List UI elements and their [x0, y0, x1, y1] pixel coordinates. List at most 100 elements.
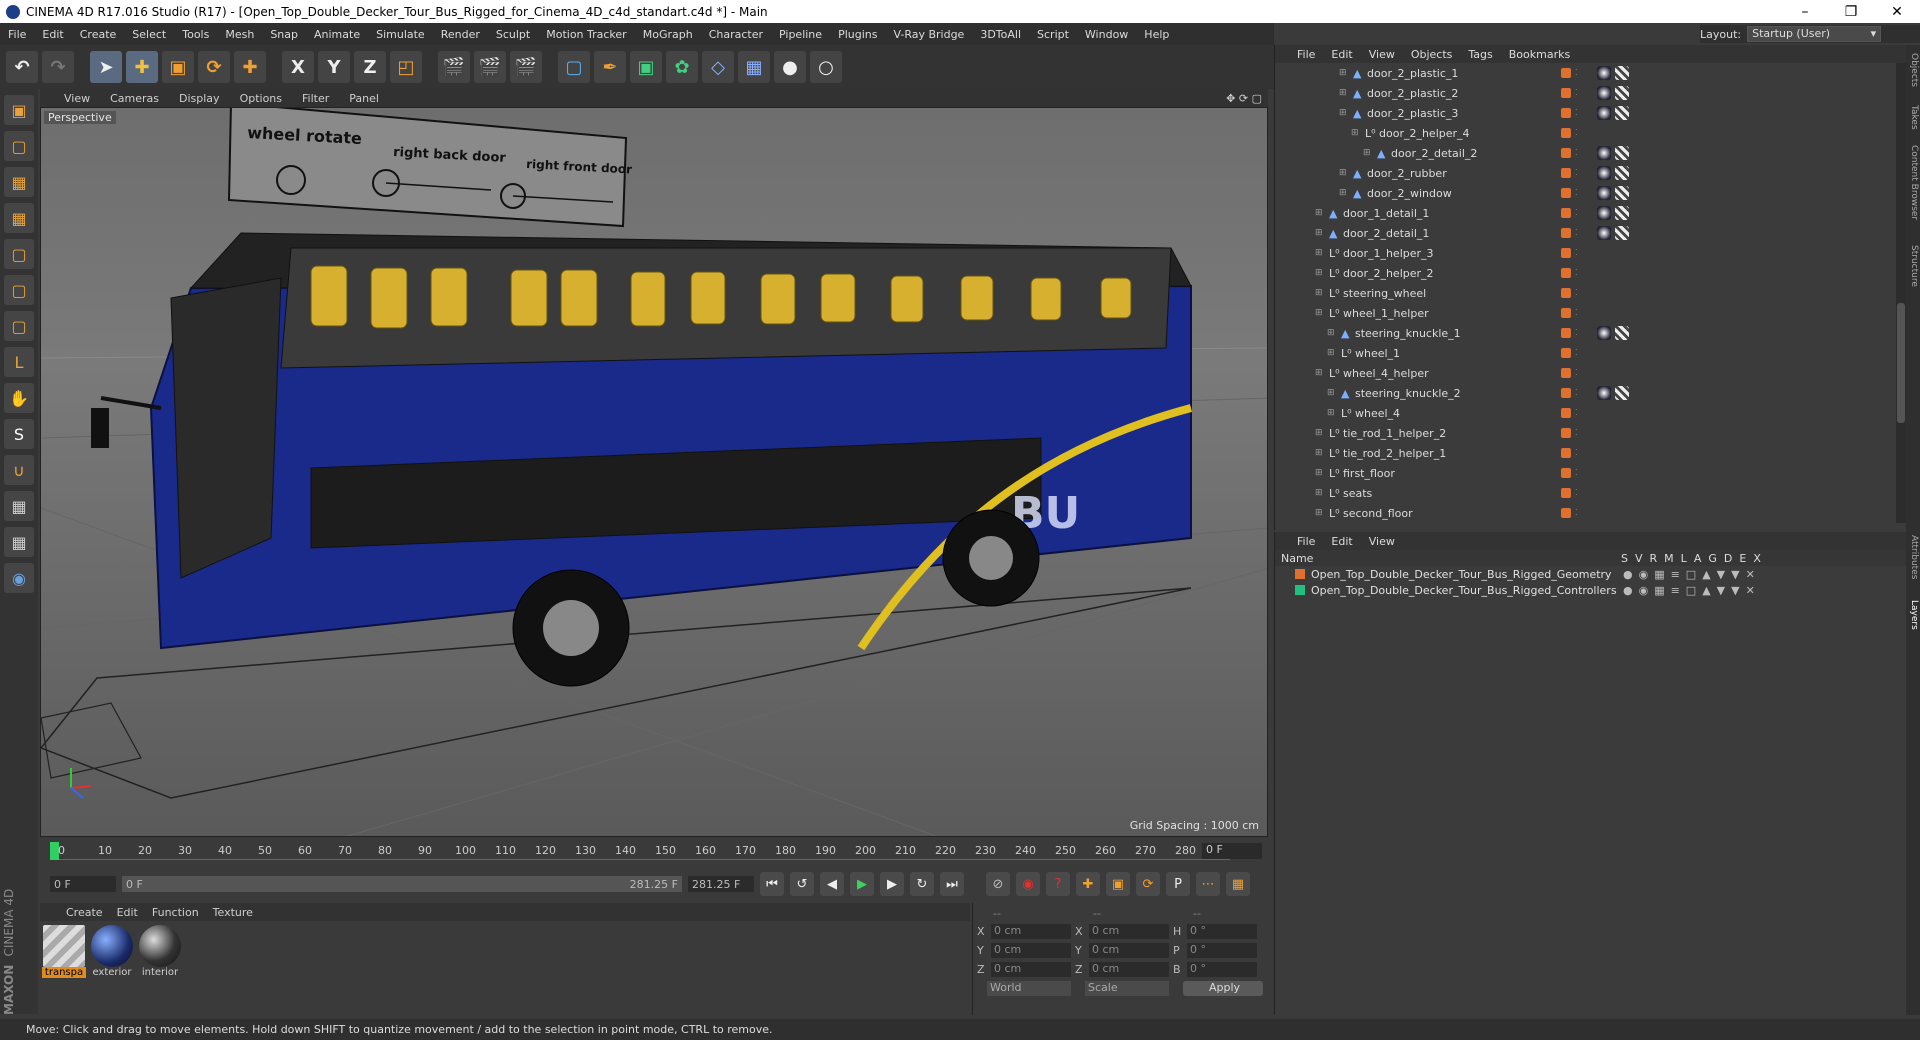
autokey-icon[interactable]: ? — [1046, 872, 1070, 896]
visibility-dots-icon[interactable]: ⁚ — [1575, 248, 1579, 258]
record-keys-icon[interactable]: ⊘ — [986, 872, 1010, 896]
position-y-field[interactable]: 0 cm — [991, 943, 1071, 958]
layer-color-icon[interactable] — [1561, 268, 1571, 278]
deformer-icon[interactable]: ◇ — [702, 51, 734, 83]
menu-3dtoall[interactable]: 3DToAll — [972, 28, 1029, 41]
visibility-dots-icon[interactable]: ⁚ — [1575, 208, 1579, 218]
visibility-dots-icon[interactable]: ⁚ — [1575, 148, 1579, 158]
texture-tag-icon[interactable] — [1615, 386, 1629, 400]
texture-tag-icon[interactable] — [1615, 66, 1629, 80]
visibility-dots-icon[interactable]: ⁚ — [1575, 308, 1579, 318]
edges-mode-icon[interactable]: ▢ — [4, 275, 34, 305]
layer-row-geometry[interactable]: Open_Top_Double_Decker_Tour_Bus_Rigged_G… — [1275, 566, 1906, 582]
y-axis-lock-icon[interactable]: Y — [318, 51, 350, 83]
layout-dropdown[interactable]: Startup (User) ▾ — [1747, 26, 1882, 42]
menu-character[interactable]: Character — [701, 28, 771, 41]
layer-color-icon[interactable] — [1561, 368, 1571, 378]
obj-menu-objects[interactable]: Objects — [1411, 48, 1453, 61]
key-scale-icon[interactable]: ▣ — [1106, 872, 1130, 896]
menu-render[interactable]: Render — [433, 28, 488, 41]
layer-color-icon[interactable] — [1561, 288, 1571, 298]
layer-color-icon[interactable] — [1561, 208, 1571, 218]
tab-takes[interactable]: Takes — [1907, 105, 1919, 130]
rotation-h-field[interactable]: 0 ° — [1187, 924, 1257, 939]
layer-color-icon[interactable] — [1561, 428, 1571, 438]
object-row[interactable]: ⊞ L⁰ door_2_helper_4 ⁚ — [1275, 123, 1895, 143]
menu-script[interactable]: Script — [1029, 28, 1077, 41]
axis-mode-icon[interactable]: L — [4, 347, 34, 377]
visibility-dots-icon[interactable]: ⁚ — [1575, 88, 1579, 98]
obj-menu-tags[interactable]: Tags — [1468, 48, 1492, 61]
visibility-dots-icon[interactable]: ⁚ — [1575, 128, 1579, 138]
menu-sculpt[interactable]: Sculpt — [488, 28, 538, 41]
visibility-dots-icon[interactable]: ⁚ — [1575, 448, 1579, 458]
layer-color-icon[interactable] — [1561, 308, 1571, 318]
object-row[interactable]: ⊞ ▲ steering_knuckle_2 ⁚ — [1275, 383, 1895, 403]
visibility-dots-icon[interactable]: ⁚ — [1575, 488, 1579, 498]
undo-icon[interactable]: ↶ — [6, 51, 38, 83]
menu-mesh[interactable]: Mesh — [217, 28, 262, 41]
obj-menu-bookmarks[interactable]: Bookmarks — [1509, 48, 1570, 61]
material-tag-icon[interactable] — [1597, 106, 1611, 120]
transform-tool-icon[interactable]: ✚ — [234, 51, 266, 83]
key-position-icon[interactable]: ✚ — [1076, 872, 1100, 896]
obj-menu-view[interactable]: View — [1369, 48, 1395, 61]
menu-help[interactable]: Help — [1136, 28, 1177, 41]
size-x-field[interactable]: 0 cm — [1089, 924, 1169, 939]
expand-toggle-icon[interactable]: ⊞ — [1339, 168, 1347, 178]
model-mode-icon[interactable]: ▢ — [4, 131, 34, 161]
tab-layers[interactable]: Layers — [1907, 600, 1919, 630]
menu-mograph[interactable]: MoGraph — [635, 28, 701, 41]
visibility-dots-icon[interactable]: ⁚ — [1575, 408, 1579, 418]
layer-color-icon[interactable] — [1561, 408, 1571, 418]
coord-mode-dropdown[interactable]: World — [987, 981, 1071, 996]
tab-content-browser[interactable]: Content Browser — [1907, 145, 1919, 220]
layer-color-icon[interactable] — [1561, 328, 1571, 338]
visibility-dots-icon[interactable]: ⁚ — [1575, 368, 1579, 378]
expand-toggle-icon[interactable]: ⊞ — [1339, 88, 1347, 98]
layer-menu-edit[interactable]: Edit — [1331, 535, 1352, 548]
render-settings-icon[interactable]: 🎬 — [510, 51, 542, 83]
go-to-start-icon[interactable]: ⏮ — [760, 872, 784, 896]
visibility-dots-icon[interactable]: ⁚ — [1575, 168, 1579, 178]
layer-color-icon[interactable] — [1561, 388, 1571, 398]
expand-toggle-icon[interactable]: ⊞ — [1315, 268, 1323, 278]
material-tag-icon[interactable] — [1597, 326, 1611, 340]
select-tool-icon[interactable]: ➤ — [90, 51, 122, 83]
object-row[interactable]: ⊞ L⁰ door_2_helper_2 ⁚ — [1275, 263, 1895, 283]
rotate-tool-icon[interactable]: ⟳ — [198, 51, 230, 83]
camera-icon[interactable]: ● — [774, 51, 806, 83]
layer-color-icon[interactable] — [1561, 68, 1571, 78]
expand-toggle-icon[interactable]: ⊞ — [1327, 408, 1335, 418]
expand-toggle-icon[interactable]: ⊞ — [1327, 388, 1335, 398]
expand-toggle-icon[interactable]: ⊞ — [1363, 148, 1371, 158]
menu-motion-tracker[interactable]: Motion Tracker — [538, 28, 634, 41]
object-row[interactable]: ⊞ ▲ steering_knuckle_1 ⁚ — [1275, 323, 1895, 343]
visibility-dots-icon[interactable]: ⁚ — [1575, 68, 1579, 78]
expand-toggle-icon[interactable]: ⊞ — [1327, 328, 1335, 338]
lock-workplane-icon[interactable]: ▦ — [4, 491, 34, 521]
move-tool-icon[interactable]: ✚ — [126, 51, 158, 83]
expand-toggle-icon[interactable]: ⊞ — [1315, 248, 1323, 258]
expand-toggle-icon[interactable]: ⊞ — [1327, 348, 1335, 358]
menu-animate[interactable]: Animate — [306, 28, 368, 41]
layer-color-icon[interactable] — [1561, 128, 1571, 138]
object-row[interactable]: ⊞ ▲ door_2_plastic_1 ⁚ — [1275, 63, 1895, 83]
expand-toggle-icon[interactable]: ⊞ — [1315, 308, 1323, 318]
texture-tag-icon[interactable] — [1615, 166, 1629, 180]
expand-toggle-icon[interactable]: ⊞ — [1351, 128, 1359, 138]
object-row[interactable]: ⊞ L⁰ first_floor ⁚ — [1275, 463, 1895, 483]
obj-menu-file[interactable]: File — [1297, 48, 1315, 61]
go-to-previous-key-icon[interactable]: ↺ — [790, 872, 814, 896]
python-icon[interactable]: ◉ — [4, 563, 34, 593]
viewport-menu-display[interactable]: Display — [179, 92, 220, 105]
layer-color-icon[interactable] — [1561, 88, 1571, 98]
visibility-dots-icon[interactable]: ⁚ — [1575, 348, 1579, 358]
start-frame-field[interactable]: 0 F — [50, 876, 116, 892]
visibility-dots-icon[interactable]: ⁚ — [1575, 388, 1579, 398]
material-menu-texture[interactable]: Texture — [213, 906, 253, 919]
visibility-dots-icon[interactable]: ⁚ — [1575, 328, 1579, 338]
expand-toggle-icon[interactable]: ⊞ — [1315, 468, 1323, 478]
range-slider[interactable]: 0 F 281.25 F — [122, 876, 682, 892]
viewport-menu-filter[interactable]: Filter — [302, 92, 329, 105]
